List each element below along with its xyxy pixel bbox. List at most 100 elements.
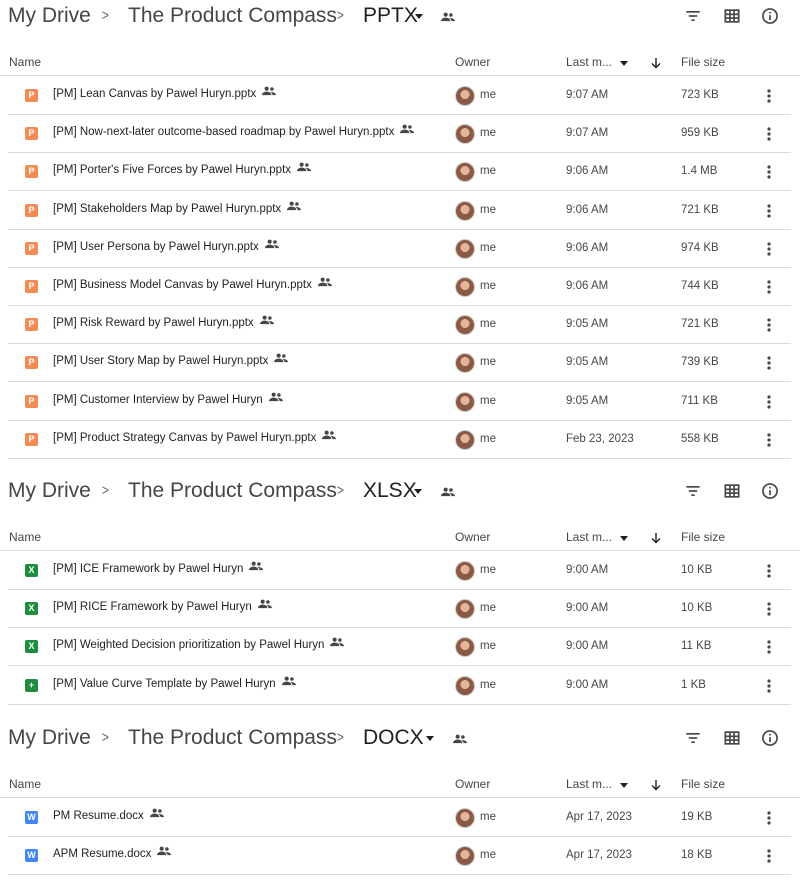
grid-view-icon[interactable]: [722, 6, 742, 26]
file-row[interactable]: P [PM] User Story Map by Pawel Huryn.pptx…: [8, 344, 791, 382]
file-name[interactable]: [PM] RICE Framework by Pawel Huryn: [53, 599, 272, 613]
breadcrumb-current-folder[interactable]: PPTX: [363, 4, 418, 28]
more-vert-icon[interactable]: [761, 354, 777, 372]
breadcrumb-current-folder[interactable]: XLSX: [363, 479, 417, 503]
more-vert-icon[interactable]: [761, 600, 777, 618]
column-header-last-modified[interactable]: Last m...: [566, 530, 612, 544]
shared-people-icon: [274, 353, 289, 366]
column-header-name[interactable]: Name: [9, 55, 41, 69]
more-vert-icon[interactable]: [761, 638, 777, 656]
chevron-down-icon[interactable]: [426, 736, 434, 741]
file-row[interactable]: P [PM] Business Model Canvas by Pawel Hur…: [8, 268, 791, 306]
breadcrumb-current-folder[interactable]: DOCX: [363, 726, 424, 750]
more-vert-icon[interactable]: [761, 278, 777, 296]
chevron-down-icon[interactable]: [415, 14, 423, 19]
last-modified: 9:00 AM: [566, 602, 609, 614]
more-vert-icon[interactable]: [761, 847, 777, 865]
file-name[interactable]: [PM] Business Model Canvas by Pawel Hury…: [53, 277, 332, 291]
file-name[interactable]: [PM] Now-next-later outcome-based roadma…: [53, 124, 415, 138]
file-row[interactable]: P [PM] User Persona by Pawel Huryn.pptx me…: [8, 230, 791, 268]
avatar: [455, 392, 475, 412]
chevron-down-icon[interactable]: [414, 489, 422, 494]
column-header-name[interactable]: Name: [9, 777, 41, 791]
file-name[interactable]: [PM] User Persona by Pawel Huryn.pptx: [53, 239, 279, 253]
breadcrumb-my-drive[interactable]: My Drive: [8, 4, 91, 28]
file-row[interactable]: W APM Resume.docx me Apr 17, 2023 18 KB: [8, 837, 791, 875]
column-header-file-size: File size: [681, 777, 726, 791]
last-modified: 9:06 AM: [566, 165, 609, 177]
file-name[interactable]: [PM] Porter's Five Forces by Pawel Huryn…: [53, 162, 312, 176]
chevron-down-icon[interactable]: [620, 783, 628, 788]
owner-name: me: [480, 89, 496, 101]
shared-folder-icon: [441, 9, 455, 27]
filter-icon[interactable]: [683, 6, 703, 26]
file-row[interactable]: P [PM] Risk Reward by Pawel Huryn.pptx me 9…: [8, 306, 791, 344]
avatar: [455, 599, 475, 619]
breadcrumb-my-drive[interactable]: My Drive: [8, 726, 91, 750]
sort-arrow-icon[interactable]: [650, 531, 662, 544]
chevron-down-icon[interactable]: [620, 536, 628, 541]
grid-view-icon[interactable]: [722, 728, 742, 748]
more-vert-icon[interactable]: [761, 316, 777, 334]
more-vert-icon[interactable]: [761, 125, 777, 143]
file-row[interactable]: W PM Resume.docx me Apr 17, 2023 19 KB: [8, 799, 791, 837]
more-vert-icon[interactable]: [761, 562, 777, 580]
info-icon[interactable]: [760, 6, 780, 26]
info-icon[interactable]: [760, 728, 780, 748]
avatar: [455, 430, 475, 450]
file-name[interactable]: [PM] ICE Framework by Pawel Huryn: [53, 561, 264, 575]
breadcrumb-parent-folder[interactable]: The Product Compass: [128, 726, 337, 750]
column-header-name[interactable]: Name: [9, 530, 41, 544]
last-modified: 9:06 AM: [566, 204, 609, 216]
breadcrumb-parent-folder[interactable]: The Product Compass: [128, 479, 337, 503]
file-name-text: [PM] Stakeholders Map by Pawel Huryn.ppt…: [53, 203, 282, 215]
owner-name: me: [480, 165, 496, 177]
breadcrumb-my-drive[interactable]: My Drive: [8, 479, 91, 503]
powerpoint-icon: P: [25, 395, 38, 408]
file-row[interactable]: P [PM] Porter's Five Forces by Pawel Hury…: [8, 153, 791, 191]
more-vert-icon[interactable]: [761, 431, 777, 449]
file-row[interactable]: P [PM] Product Strategy Canvas by Pawel H…: [8, 421, 791, 459]
file-row[interactable]: + [PM] Value Curve Template by Pawel Hury…: [8, 667, 791, 705]
filter-icon[interactable]: [683, 728, 703, 748]
filter-icon[interactable]: [683, 481, 703, 501]
shared-people-icon: [149, 808, 164, 821]
info-icon[interactable]: [760, 481, 780, 501]
file-row[interactable]: X [PM] ICE Framework by Pawel Huryn me 9:00…: [8, 552, 791, 590]
more-vert-icon[interactable]: [761, 163, 777, 181]
chevron-down-icon[interactable]: [620, 61, 628, 66]
more-vert-icon[interactable]: [761, 677, 777, 695]
column-header-owner: Owner: [455, 55, 491, 69]
sort-arrow-icon[interactable]: [650, 778, 662, 791]
file-name[interactable]: [PM] Value Curve Template by Pawel Huryn: [53, 676, 296, 690]
file-row[interactable]: X [PM] RICE Framework by Pawel Huryn me 9:0…: [8, 590, 791, 628]
file-row[interactable]: P [PM] Stakeholders Map by Pawel Huryn.pp…: [8, 192, 791, 230]
file-name[interactable]: APM Resume.docx: [53, 846, 172, 860]
more-vert-icon[interactable]: [761, 202, 777, 220]
breadcrumb-parent-folder[interactable]: The Product Compass: [128, 4, 337, 28]
more-vert-icon[interactable]: [761, 809, 777, 827]
file-row[interactable]: X [PM] Weighted Decision prioritization b…: [8, 628, 791, 666]
shared-people-icon: [157, 846, 172, 859]
file-name[interactable]: [PM] Customer Interview by Pawel Huryn: [53, 392, 283, 406]
file-row[interactable]: P [PM] Now-next-later outcome-based roadm…: [8, 115, 791, 153]
file-name[interactable]: [PM] User Story Map by Pawel Huryn.pptx: [53, 353, 289, 367]
file-name[interactable]: [PM] Weighted Decision prioritization by…: [53, 637, 345, 651]
sort-arrow-icon[interactable]: [650, 56, 662, 69]
file-name[interactable]: [PM] Lean Canvas by Pawel Huryn.pptx: [53, 86, 277, 100]
file-name[interactable]: [PM] Stakeholders Map by Pawel Huryn.ppt…: [53, 201, 302, 215]
file-size: 721 KB: [681, 318, 719, 330]
column-header-last-modified[interactable]: Last m...: [566, 777, 612, 791]
file-name[interactable]: [PM] Product Strategy Canvas by Pawel Hu…: [53, 430, 337, 444]
file-row[interactable]: P [PM] Customer Interview by Pawel Huryn m…: [8, 383, 791, 421]
more-vert-icon[interactable]: [761, 87, 777, 105]
file-name-text: [PM] Customer Interview by Pawel Huryn: [53, 394, 263, 406]
file-name[interactable]: [PM] Risk Reward by Pawel Huryn.pptx: [53, 315, 274, 329]
more-vert-icon[interactable]: [761, 393, 777, 411]
column-header-last-modified[interactable]: Last m...: [566, 55, 612, 69]
more-vert-icon[interactable]: [761, 240, 777, 258]
grid-view-icon[interactable]: [722, 481, 742, 501]
file-name[interactable]: PM Resume.docx: [53, 808, 164, 822]
file-row[interactable]: P [PM] Lean Canvas by Pawel Huryn.pptx me 9…: [8, 77, 791, 115]
chevron-right-icon: >: [101, 482, 109, 499]
